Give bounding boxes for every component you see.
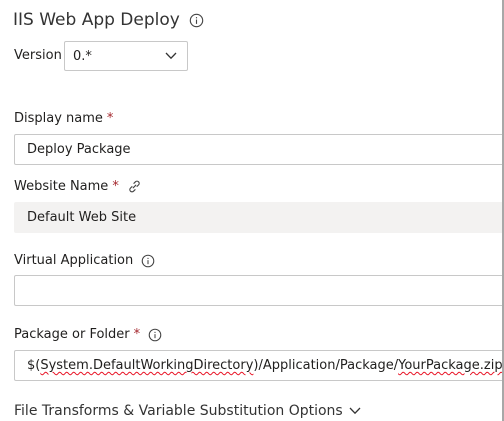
package-folder-label-row: Package or Folder * (14, 327, 162, 342)
website-name-label-row: Website Name * (14, 179, 142, 194)
website-name-input[interactable]: Default Web Site (14, 202, 504, 233)
virtual-application-label-row: Virtual Application (14, 253, 155, 268)
package-folder-input[interactable]: $(System.DefaultWorkingDirectory)/Applic… (14, 350, 504, 381)
virtual-application-input[interactable] (14, 275, 504, 306)
package-path-file: YourPackage.zip (398, 358, 503, 373)
required-marker: * (112, 179, 119, 194)
info-icon[interactable] (148, 328, 162, 342)
package-path-variable: System.DefaultWorkingDirectory (40, 358, 254, 373)
task-title-row: IIS Web App Deploy (13, 9, 204, 31)
package-folder-label: Package or Folder (14, 327, 130, 342)
chevron-down-icon (349, 403, 361, 419)
display-name-value: Deploy Package (27, 142, 131, 157)
virtual-application-label: Virtual Application (14, 253, 134, 268)
info-icon[interactable] (189, 13, 204, 28)
iis-web-app-deploy-panel: IIS Web App Deploy Version 0.* Display n… (0, 0, 504, 421)
version-select[interactable]: 0.* (64, 41, 188, 71)
website-name-label: Website Name (14, 179, 109, 194)
required-marker: * (106, 111, 114, 126)
task-title: IIS Web App Deploy (13, 10, 180, 30)
file-transforms-label: File Transforms & Variable Substitution … (14, 403, 343, 419)
version-select-value: 0.* (73, 48, 92, 64)
package-path-prefix: $( (27, 358, 41, 373)
info-icon[interactable] (141, 254, 155, 268)
display-name-input[interactable]: Deploy Package (14, 134, 504, 165)
display-name-label-row: Display name * (14, 111, 113, 126)
link-icon[interactable] (127, 179, 142, 194)
file-transforms-section-toggle[interactable]: File Transforms & Variable Substitution … (14, 403, 361, 419)
version-label: Version (14, 48, 62, 63)
display-name-label: Display name (14, 111, 103, 126)
chevron-down-icon (165, 49, 177, 64)
package-path-middle: )/Application/Package/ (253, 358, 399, 373)
website-name-value: Default Web Site (27, 210, 137, 225)
required-marker: * (133, 327, 141, 342)
